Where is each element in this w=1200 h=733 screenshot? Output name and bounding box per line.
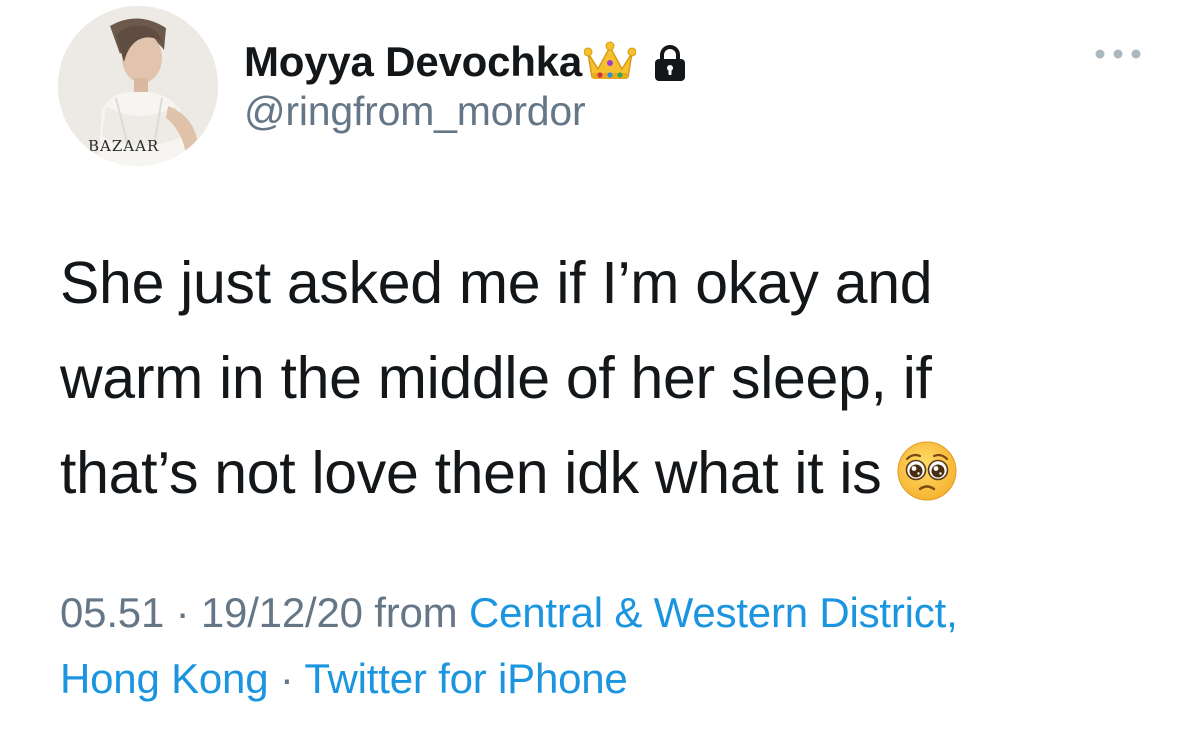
crown-icon [583,39,637,83]
meta-separator: · [279,655,294,702]
user-name-row: Moyya Devochka [244,34,688,90]
avatar[interactable]: BAZAAR [58,6,218,166]
meta-separator: · [175,589,190,636]
avatar-logo-text: BAZAAR [88,137,160,155]
location-link-continued[interactable]: Hong Kong [60,655,269,702]
tweet-date[interactable]: 19/12/20 [201,589,363,636]
tweet-text: She just asked me if I’m okay and warm i… [60,236,1140,521]
from-label: from [374,589,458,636]
tweet-meta: 05.51 · 19/12/20 from Central & Western … [60,580,1170,712]
pleading-face-emoji [895,436,959,501]
more-options-button[interactable] [1088,38,1148,70]
client-link[interactable]: Twitter for iPhone [304,655,627,702]
meta-line-2: Hong Kong · Twitter for iPhone [60,646,1170,712]
tweet-text-line: She just asked me if I’m okay and [60,250,933,316]
tweet-time[interactable]: 05.51 [60,589,164,636]
more-horizontal-icon [1095,49,1141,59]
lock-icon [652,43,688,83]
user-handle[interactable]: @ringfrom_mordor [244,88,586,135]
tweet-text-line-content: that’s not love then idk what it is [60,440,882,506]
location-link[interactable]: Central & Western District, [469,589,958,636]
display-name[interactable]: Moyya Devochka [244,38,582,86]
tweet-text-line-last: that’s not love then idk what it is [60,426,1140,521]
tweet-text-line: warm in the middle of her sleep, if [60,345,932,411]
tweet-card: BAZAAR Moyya Devochka @ringfrom_mordor S… [0,0,1200,733]
meta-line-1: 05.51 · 19/12/20 from Central & Western … [60,580,1170,646]
